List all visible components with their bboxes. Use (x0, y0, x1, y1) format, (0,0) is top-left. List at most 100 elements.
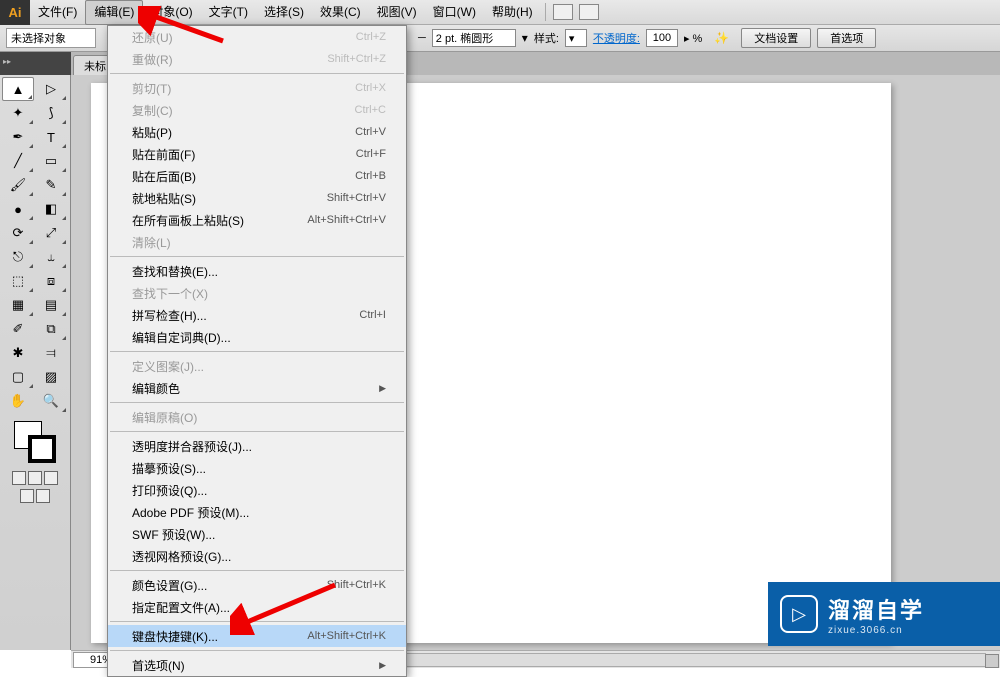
menu-separator (110, 351, 404, 352)
menu-item-label: 键盘快捷键(K)... (132, 628, 218, 645)
tool-artboard[interactable]: ▢ (2, 365, 34, 389)
menu-edit[interactable]: 编辑(E) (85, 0, 143, 25)
menu-object[interactable]: 对象(O) (143, 0, 200, 25)
menu-item-label: 首选项(N) (132, 657, 185, 674)
menu-separator (110, 431, 404, 432)
tool-line[interactable]: ╱ (2, 149, 34, 173)
menu-item-编辑自定词典d[interactable]: 编辑自定词典(D)... (108, 326, 406, 348)
menu-file[interactable]: 文件(F) (30, 0, 85, 25)
tool-warp[interactable]: ⥿ (35, 245, 67, 269)
menu-item-label: 查找和替换(E)... (132, 263, 218, 280)
tool-shape[interactable]: ⬚ (2, 269, 34, 293)
menu-item-adobe pdf 预设m[interactable]: Adobe PDF 预设(M)... (108, 501, 406, 523)
menu-item-首选项n[interactable]: 首选项(N) ▶ (108, 654, 406, 676)
submenu-arrow-icon: ▶ (379, 660, 386, 671)
opacity-value[interactable]: 100 (646, 29, 678, 47)
tool-zoom[interactable]: 🔍 (35, 389, 67, 413)
stroke-combo[interactable]: 2 pt. 椭圆形 (432, 29, 516, 47)
menu-item-重做r: 重做(R)Shift+Ctrl+Z (108, 48, 406, 70)
screen-mode-box-2[interactable] (36, 489, 50, 503)
tool-gradient[interactable]: ▤ (35, 293, 67, 317)
color-swatches[interactable] (14, 421, 56, 463)
stroke-swatch[interactable] (28, 435, 56, 463)
menu-item-描摹预设s[interactable]: 描摹预设(S)... (108, 457, 406, 479)
tool-mesh[interactable]: ▦ (2, 293, 34, 317)
stroke-dash: ─ (418, 32, 426, 44)
tool-direct[interactable]: ▷ (35, 77, 67, 101)
menu-effect[interactable]: 效果(C) (312, 0, 369, 25)
menu-item-还原u: 还原(U)Ctrl+Z (108, 26, 406, 48)
gradient-mode-box[interactable] (28, 471, 42, 485)
menu-item-label: 颜色设置(G)... (132, 577, 207, 594)
menu-item-贴在前面f[interactable]: 贴在前面(F)Ctrl+F (108, 143, 406, 165)
tool-sel[interactable]: ▲ (2, 77, 34, 101)
menu-item-打印预设q[interactable]: 打印预设(Q)... (108, 479, 406, 501)
percent-label: ▸ % (684, 32, 702, 45)
menu-item-指定配置文件a[interactable]: 指定配置文件(A)... (108, 596, 406, 618)
menu-item-label: SWF 预设(W)... (132, 526, 215, 543)
tool-hand[interactable]: ✋ (2, 389, 34, 413)
style-label: 样式: (534, 30, 559, 46)
tool-brush[interactable]: 🖌 (2, 173, 34, 197)
arrange-icon[interactable] (579, 4, 599, 20)
menu-item-label: 贴在后面(B) (132, 168, 196, 185)
menu-help[interactable]: 帮助(H) (484, 0, 541, 25)
tool-scale[interactable]: ⤢ (35, 221, 67, 245)
menu-select[interactable]: 选择(S) (256, 0, 312, 25)
menu-item-就地粘贴s[interactable]: 就地粘贴(S)Shift+Ctrl+V (108, 187, 406, 209)
menu-item-swf 预设w[interactable]: SWF 预设(W)... (108, 523, 406, 545)
menubar: Ai 文件(F) 编辑(E) 对象(O) 文字(T) 选择(S) 效果(C) 视… (0, 0, 1000, 25)
menu-item-透视网格预设g[interactable]: 透视网格预设(G)... (108, 545, 406, 567)
tool-width[interactable]: ⎋ (2, 245, 34, 269)
tool-slice[interactable]: ▨ (35, 365, 67, 389)
tool-wand[interactable]: ✦ (2, 101, 34, 125)
tool-blob[interactable]: ● (2, 197, 34, 221)
wand-icon[interactable]: ✨ (714, 31, 729, 45)
tool-perspective[interactable]: ⧈ (35, 269, 67, 293)
tool-lasso[interactable]: ⟆ (35, 101, 67, 125)
menu-shortcut: Ctrl+X (355, 82, 386, 94)
layout-icon[interactable] (553, 4, 573, 20)
menu-item-在所有画板上粘贴s[interactable]: 在所有画板上粘贴(S)Alt+Shift+Ctrl+V (108, 209, 406, 231)
menu-window[interactable]: 窗口(W) (425, 0, 484, 25)
menu-view[interactable]: 视图(V) (369, 0, 425, 25)
tool-eraser[interactable]: ◧ (35, 197, 67, 221)
menu-type[interactable]: 文字(T) (201, 0, 256, 25)
tool-pencil[interactable]: ✎ (35, 173, 67, 197)
tool-symbol[interactable]: ✱ (2, 341, 34, 365)
opacity-link[interactable]: 不透明度: (593, 30, 640, 46)
color-mode-box[interactable] (12, 471, 26, 485)
dropdown-icon[interactable]: ▾ (522, 31, 528, 45)
tool-blend[interactable]: ⧉ (35, 317, 67, 341)
menu-item-label: 重做(R) (132, 51, 173, 68)
menu-item-粘贴p[interactable]: 粘贴(P)Ctrl+V (108, 121, 406, 143)
menu-item-透明度拼合器预设j[interactable]: 透明度拼合器预设(J)... (108, 435, 406, 457)
menu-separator (110, 73, 404, 74)
screen-mode-box[interactable] (20, 489, 34, 503)
menu-item-查找和替换e[interactable]: 查找和替换(E)... (108, 260, 406, 282)
style-combo[interactable]: ▾ (565, 29, 587, 47)
menu-item-label: Adobe PDF 预设(M)... (132, 504, 249, 521)
menu-item-键盘快捷键k[interactable]: 键盘快捷键(K)...Alt+Shift+Ctrl+K (108, 625, 406, 647)
menu-item-label: 打印预设(Q)... (132, 482, 207, 499)
tool-graph[interactable]: ⫤ (35, 341, 67, 365)
menu-item-label: 就地粘贴(S) (132, 190, 196, 207)
tab-label: 未标 (84, 58, 106, 74)
tool-rect[interactable]: ▭ (35, 149, 67, 173)
menu-item-label: 透明度拼合器预设(J)... (132, 438, 252, 455)
tool-rotate[interactable]: ⟳ (2, 221, 34, 245)
menu-item-编辑颜色[interactable]: 编辑颜色▶ (108, 377, 406, 399)
menu-separator (110, 650, 404, 651)
menu-item-颜色设置g[interactable]: 颜色设置(G)...Shift+Ctrl+K (108, 574, 406, 596)
prefs-button[interactable]: 首选项 (817, 28, 876, 48)
tool-eyedrop[interactable]: ✐ (2, 317, 34, 341)
tool-type[interactable]: T (35, 125, 67, 149)
none-mode-box[interactable] (44, 471, 58, 485)
menu-shortcut: Ctrl+Z (356, 31, 386, 43)
menu-separator (110, 621, 404, 622)
doc-setup-button[interactable]: 文档设置 (741, 28, 811, 48)
tool-pen[interactable]: ✒ (2, 125, 34, 149)
menu-item-拼写检查h[interactable]: 拼写检查(H)...Ctrl+I (108, 304, 406, 326)
menu-shortcut: Ctrl+I (359, 309, 386, 321)
menu-item-贴在后面b[interactable]: 贴在后面(B)Ctrl+B (108, 165, 406, 187)
